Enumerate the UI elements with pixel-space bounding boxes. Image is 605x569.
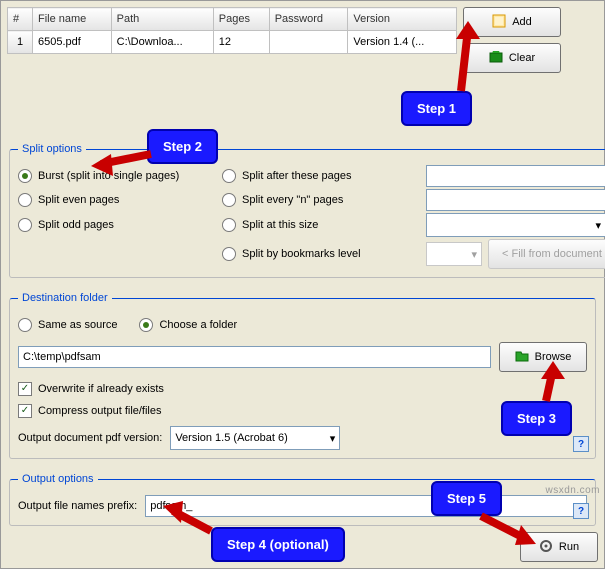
add-icon	[492, 14, 506, 31]
radio-after-label: Split after these pages	[242, 170, 351, 182]
cell-version: Version 1.4 (...	[348, 31, 457, 54]
radio-size[interactable]: Split at this size	[222, 214, 412, 236]
help-icon[interactable]: ?	[573, 503, 589, 519]
destination-path-input[interactable]	[18, 346, 491, 368]
run-button[interactable]: Run	[520, 532, 598, 562]
watermark: wsxdn.com	[545, 485, 600, 496]
radio-even[interactable]: Split even pages	[18, 189, 208, 211]
callout-step3: Step 3	[501, 401, 572, 436]
col-path[interactable]: Path	[111, 8, 213, 31]
compress-label: Compress output file/files	[38, 405, 162, 417]
split-legend: Split options	[18, 143, 86, 155]
gear-icon	[539, 539, 553, 556]
browse-button[interactable]: Browse	[499, 342, 587, 372]
col-index[interactable]: #	[8, 8, 33, 31]
radio-after[interactable]: Split after these pages	[222, 165, 412, 187]
clear-button[interactable]: Clear	[463, 43, 561, 73]
radio-choose-folder[interactable]: Choose a folder	[139, 314, 237, 336]
cell-pages: 12	[213, 31, 269, 54]
cell-path: C:\Downloa...	[111, 31, 213, 54]
cell-filename: 6505.pdf	[33, 31, 112, 54]
radio-odd-label: Split odd pages	[38, 219, 114, 231]
col-version[interactable]: Version	[348, 8, 457, 31]
radio-size-label: Split at this size	[242, 219, 318, 231]
cell-password	[269, 31, 348, 54]
chevron-down-icon: ▾	[330, 432, 336, 445]
pdfver-value: Version 1.5 (Acrobat 6)	[175, 432, 288, 444]
help-icon[interactable]: ?	[573, 436, 589, 452]
split-after-input[interactable]	[426, 165, 605, 187]
browse-label: Browse	[535, 351, 572, 363]
radio-burst-label: Burst (split into single pages)	[38, 170, 179, 182]
split-every-input[interactable]	[426, 189, 605, 211]
callout-step5: Step 5	[431, 481, 502, 516]
callout-step4: Step 4 (optional)	[211, 527, 345, 562]
file-table[interactable]: # File name Path Pages Password Version …	[7, 7, 457, 54]
clear-icon	[489, 50, 503, 67]
fill-label: < Fill from document	[502, 248, 602, 260]
radio-bookmarks-label: Split by bookmarks level	[242, 248, 361, 260]
radio-choose-label: Choose a folder	[159, 319, 237, 331]
add-label: Add	[512, 16, 532, 28]
col-filename[interactable]: File name	[33, 8, 112, 31]
radio-same-source[interactable]: Same as source	[18, 314, 117, 336]
checkbox-overwrite[interactable]: ✓Overwrite if already exists	[18, 378, 587, 400]
radio-every[interactable]: Split every "n" pages	[222, 189, 412, 211]
col-pages[interactable]: Pages	[213, 8, 269, 31]
clear-label: Clear	[509, 52, 535, 64]
split-size-select[interactable]: ▾	[426, 213, 605, 237]
bookmark-level-select: ▾	[426, 242, 482, 266]
destination-legend: Destination folder	[18, 292, 112, 304]
pdfver-select[interactable]: Version 1.5 (Acrobat 6) ▾	[170, 426, 340, 450]
radio-same-label: Same as source	[38, 319, 117, 331]
radio-even-label: Split even pages	[38, 194, 119, 206]
split-options-group: Split options Burst (split into single p…	[9, 143, 605, 278]
prefix-label: Output file names prefix:	[18, 500, 137, 512]
table-row[interactable]: 1 6505.pdf C:\Downloa... 12 Version 1.4 …	[8, 31, 457, 54]
add-button[interactable]: Add	[463, 7, 561, 37]
cell-index: 1	[8, 31, 33, 54]
pdfver-label: Output document pdf version:	[18, 432, 162, 444]
callout-step2: Step 2	[147, 129, 218, 164]
radio-bookmarks[interactable]: Split by bookmarks level	[222, 243, 412, 265]
folder-icon	[515, 350, 529, 365]
fill-from-document-button: < Fill from document	[488, 239, 605, 269]
radio-burst[interactable]: Burst (split into single pages)	[18, 165, 208, 187]
output-legend: Output options	[18, 473, 98, 485]
radio-odd[interactable]: Split odd pages	[18, 214, 208, 236]
col-password[interactable]: Password	[269, 8, 348, 31]
chevron-down-icon: ▾	[471, 248, 477, 261]
run-label: Run	[559, 541, 579, 553]
radio-every-label: Split every "n" pages	[242, 194, 343, 206]
output-options-group: Output options Output file names prefix:…	[9, 473, 596, 526]
overwrite-label: Overwrite if already exists	[38, 383, 164, 395]
callout-step1: Step 1	[401, 91, 472, 126]
app-window: # File name Path Pages Password Version …	[0, 0, 605, 569]
chevron-down-icon: ▾	[595, 219, 601, 232]
prefix-input[interactable]	[145, 495, 587, 517]
